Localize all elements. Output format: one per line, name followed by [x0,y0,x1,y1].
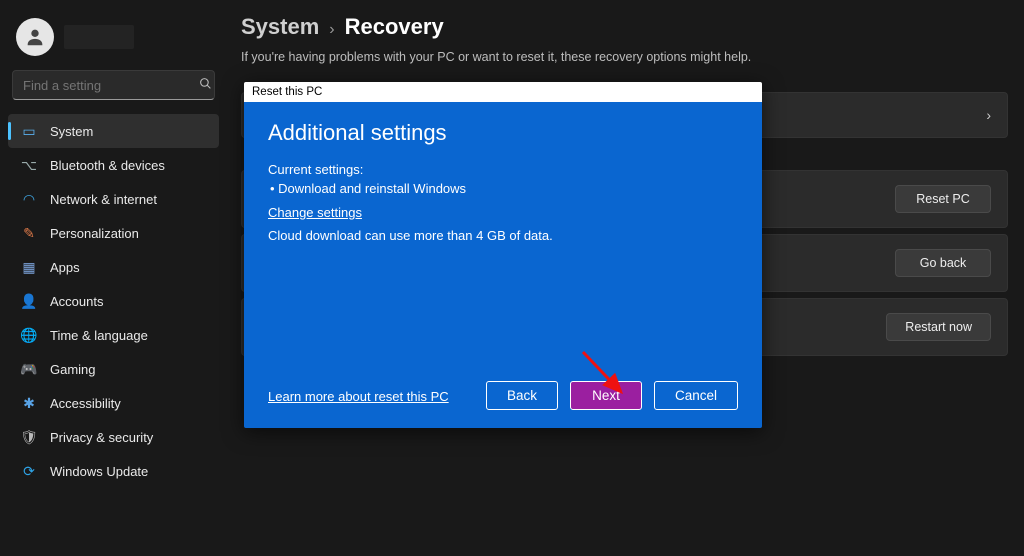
learn-more-link[interactable]: Learn more about reset this PC [268,389,449,404]
page-subhead: If you're having problems with your PC o… [241,50,1008,64]
search-box[interactable] [12,70,215,100]
brush-icon: ✎ [20,224,38,242]
chevron-right-icon: › [986,107,991,123]
nav-label: System [50,124,93,139]
restart-now-button[interactable]: Restart now [886,313,991,341]
bluetooth-icon: ⌥ [20,156,38,174]
reset-pc-button[interactable]: Reset PC [895,185,991,213]
nav-label: Personalization [50,226,139,241]
globe-icon: 🌐 [20,326,38,344]
dialog-heading: Additional settings [268,120,738,146]
user-icon [24,26,46,48]
nav-item-update[interactable]: ⟳ Windows Update [8,454,219,488]
search-icon [199,77,212,93]
dialog-titlebar: Reset this PC [244,82,762,102]
avatar [16,18,54,56]
nav-label: Accounts [50,294,103,309]
nav-label: Windows Update [50,464,148,479]
nav-label: Apps [50,260,80,275]
next-button[interactable]: Next [570,381,642,410]
breadcrumb: System › Recovery [241,14,1008,40]
reset-pc-dialog: Reset this PC Additional settings Curren… [244,82,762,428]
nav-label: Accessibility [50,396,121,411]
current-settings-list: Download and reinstall Windows [268,181,738,196]
nav-item-system[interactable]: ▭ System [8,114,219,148]
nav-item-accounts[interactable]: 👤 Accounts [8,284,219,318]
cloud-download-note: Cloud download can use more than 4 GB of… [268,228,738,243]
settings-sidebar: ▭ System ⌥ Bluetooth & devices ◠ Network… [0,0,225,556]
nav-item-privacy[interactable]: 🛡 Privacy & security [8,420,219,454]
search-input[interactable] [23,78,199,93]
update-icon: ⟳ [20,462,38,480]
apps-icon: ▦ [20,258,38,276]
nav-item-time[interactable]: 🌐 Time & language [8,318,219,352]
gamepad-icon: 🎮 [20,360,38,378]
cancel-button[interactable]: Cancel [654,381,738,410]
back-button[interactable]: Back [486,381,558,410]
nav-item-bluetooth[interactable]: ⌥ Bluetooth & devices [8,148,219,182]
nav-item-accessibility[interactable]: ✱ Accessibility [8,386,219,420]
display-icon: ▭ [20,122,38,140]
accessibility-icon: ✱ [20,394,38,412]
breadcrumb-page: Recovery [345,14,444,40]
chevron-right-icon: › [329,21,334,39]
current-settings-label: Current settings: [268,162,738,177]
nav-label: Network & internet [50,192,157,207]
go-back-button[interactable]: Go back [895,249,991,277]
change-settings-link[interactable]: Change settings [268,205,362,220]
nav-label: Privacy & security [50,430,153,445]
nav-item-network[interactable]: ◠ Network & internet [8,182,219,216]
dialog-button-row: Back Next Cancel [486,381,738,410]
wifi-icon: ◠ [20,190,38,208]
nav-label: Gaming [50,362,96,377]
current-setting-item: Download and reinstall Windows [270,181,738,196]
nav-item-gaming[interactable]: 🎮 Gaming [8,352,219,386]
person-icon: 👤 [20,292,38,310]
nav-label: Time & language [50,328,148,343]
breadcrumb-parent[interactable]: System [241,14,319,40]
dialog-body: Additional settings Current settings: Do… [244,102,762,428]
nav-label: Bluetooth & devices [50,158,165,173]
nav-list: ▭ System ⌥ Bluetooth & devices ◠ Network… [8,114,219,488]
nav-item-personalization[interactable]: ✎ Personalization [8,216,219,250]
profile-name-redacted [64,25,134,49]
profile-block[interactable] [8,12,219,70]
nav-item-apps[interactable]: ▦ Apps [8,250,219,284]
shield-icon: 🛡 [20,428,38,446]
